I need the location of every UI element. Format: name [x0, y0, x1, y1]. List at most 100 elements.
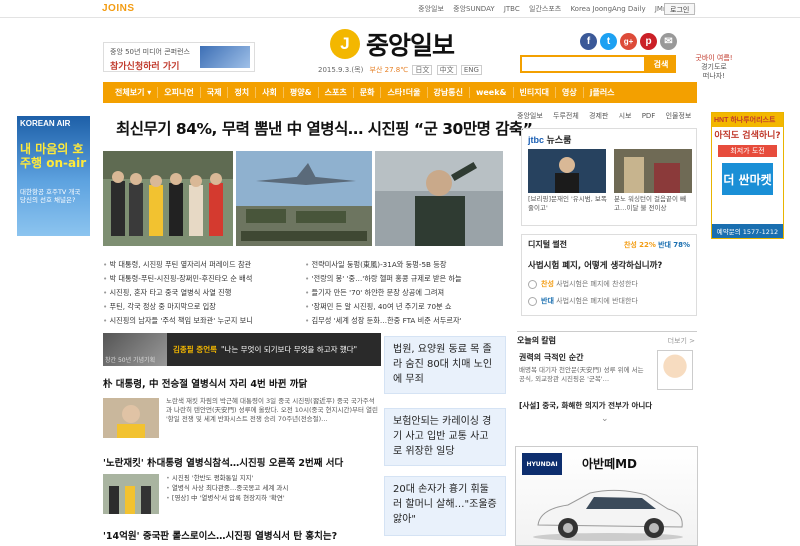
- column-more-link[interactable]: 더보기 >: [668, 336, 695, 346]
- list-item[interactable]: 김무성 '세계 성장 둔화…한중 FTA 비준 서두르자': [305, 314, 501, 328]
- story-title[interactable]: '14억원' 중국판 롤스로이스…시진핑 열병식서 탄 홍치는?: [103, 528, 337, 542]
- jtbc-newsroom-box: jtbc 뉴스룸 [브리핑]문재인 '유시범, 보폭줄이고' 분노 워싱턴이 걸…: [521, 128, 697, 226]
- memoir-thumb: 창간 50년 기념기획: [103, 333, 167, 366]
- tab-pdf[interactable]: PDF: [642, 112, 656, 120]
- list-item[interactable]: 열병식 사상 최다관중…중국몽고 세계 과시: [166, 483, 378, 493]
- jtbc-video-thumb[interactable]: [528, 149, 606, 193]
- facebook-icon[interactable]: f: [580, 33, 597, 50]
- news-tile[interactable]: 보험안되는 카레이싱 경기 사고 입반 교통 사고로 위장한 일당: [384, 408, 506, 466]
- hanatour-ad-chip: 최저가 도전: [718, 145, 777, 157]
- korean-air-logo: KOREAN AIR: [20, 119, 71, 128]
- hyundai-ad[interactable]: HYUNDAI 아반떼MD: [515, 446, 698, 546]
- photo-weapons[interactable]: [236, 151, 372, 246]
- story-title[interactable]: '노란재킷' 朴대통령 열병식참석…시진핑 오른쪽 2번째 서다: [103, 455, 343, 469]
- nav-world[interactable]: 국제: [201, 87, 229, 98]
- googleplus-icon[interactable]: g+: [620, 33, 637, 50]
- tab-joongang[interactable]: 중앙일보: [517, 112, 543, 120]
- poll-yes-tag: 찬성: [541, 280, 554, 288]
- korean-air-ad[interactable]: KOREAN AIR 내 마음의 호주행 on-air 대한항공 호주TV 개국…: [17, 116, 90, 236]
- poll-option-no[interactable]: 반대 사법시험은 폐지에 반대한다: [528, 296, 690, 306]
- news-tile[interactable]: 법원, 요양원 동료 목 졸라 숨진 80대 치매 노인에 무죄: [384, 336, 506, 394]
- nav-society[interactable]: 사회: [256, 87, 284, 98]
- nav-video[interactable]: 영상: [556, 87, 584, 98]
- nav-culture[interactable]: 문화: [354, 87, 382, 98]
- login-button[interactable]: 로그인: [664, 3, 696, 15]
- jtbc-logo: jtbc: [528, 135, 545, 145]
- nav-jplus[interactable]: j플러스: [584, 87, 621, 98]
- link-jtbc[interactable]: JTBC: [504, 5, 520, 13]
- nav-all[interactable]: 전체보기 ▾: [103, 87, 159, 98]
- news-tile[interactable]: 20대 손자가 흉기 휘둘러 할머니 살해…"조울증 앓아": [384, 476, 506, 536]
- column-title[interactable]: 권력의 극적인 순간: [519, 352, 583, 363]
- nav-gangnam[interactable]: 강남통신: [428, 87, 470, 98]
- story-thumb[interactable]: [103, 474, 159, 514]
- photo-leaders[interactable]: [103, 151, 233, 246]
- list-item[interactable]: 박 대통령, 시진핑 푸틴 옆자리서 퍼레이드 참관: [103, 258, 299, 272]
- list-item[interactable]: 시진핑 '한반도 평화통일 지지': [166, 473, 378, 483]
- list-item[interactable]: '장쩌민 든 알 시진핑, 40여 년 주기로 70분 쇼: [305, 300, 501, 314]
- poll-no-tag: 반대: [541, 297, 554, 305]
- jtbc-caption[interactable]: [브리핑]문재인 '유시범, 보폭줄이고': [528, 195, 608, 212]
- nav-politics[interactable]: 정치: [228, 87, 257, 98]
- tab-people[interactable]: 인물정보: [666, 112, 692, 120]
- story-thumb[interactable]: [103, 398, 159, 438]
- brand-logo[interactable]: J 중앙일보: [330, 26, 455, 62]
- link-daily[interactable]: Korea JoongAng Daily: [570, 5, 645, 13]
- nav-opinion[interactable]: 오피니언: [158, 87, 201, 98]
- edition-cn[interactable]: 中文: [436, 65, 457, 75]
- editorial-link[interactable]: [사설] 중국, 화해한 의지가 전부가 아니다: [519, 400, 652, 411]
- poll-option-yes[interactable]: 찬성 사법시험은 폐지에 찬성한다: [528, 279, 690, 289]
- headline-bullets-right: 전략미사일 둥펑(東風)-31A와 둥펑-5B 등장 '전랑의 봉' '중…'하…: [305, 258, 501, 328]
- edition-jp[interactable]: 日文: [412, 65, 433, 75]
- jtbc-caption[interactable]: 분노 워싱턴이 걸음끝이 빼고…이달 불 전이상: [614, 195, 694, 212]
- search-input[interactable]: [520, 55, 646, 73]
- nav-vintage[interactable]: 빈티지대: [514, 87, 556, 98]
- memoir-quote: "나는 무엇이 되기보다 무엇을 하고자 했다": [221, 345, 358, 354]
- top-headline[interactable]: 최신무기 84%, 무력 뽐낸 中 열병식… 시진핑 “군 30만명 감축”: [116, 117, 533, 139]
- list-item[interactable]: 푸틴, 각국 정상 중 마지막으로 입장: [103, 300, 299, 314]
- edition-en[interactable]: ENG: [460, 65, 482, 75]
- radio-icon[interactable]: [528, 279, 537, 289]
- date-text: 2015.9.3.(목): [318, 66, 364, 74]
- jtbc-video-thumb[interactable]: [614, 149, 692, 193]
- tab-all[interactable]: 두루전체: [553, 112, 579, 120]
- twitter-icon[interactable]: t: [600, 33, 617, 50]
- tab-economy[interactable]: 경제판: [589, 112, 608, 120]
- photo-xi-salute[interactable]: [375, 151, 503, 246]
- dateline: 2015.9.3.(목) 부산 27.8℃ 日文 中文 ENG: [318, 65, 482, 75]
- joins-logo[interactable]: JOINS: [102, 3, 135, 14]
- memoir-name: 김종필 증언록: [173, 345, 218, 354]
- search-button[interactable]: 검색: [646, 55, 676, 73]
- list-item[interactable]: 들기자 만든 '70' 하얀한 문장 상공에 그려져: [305, 286, 501, 300]
- radio-icon[interactable]: [528, 296, 537, 306]
- nav-week[interactable]: week&: [470, 87, 514, 98]
- list-item[interactable]: [영상] 中 '열병식'서 압록 현장지하 '확연': [166, 493, 378, 503]
- list-item[interactable]: '전랑의 봉' '중…'하랑 헬퍼 홍콩 규제로 받은 하늘: [305, 272, 501, 286]
- hanatour-ad[interactable]: HNT 하나투어리스트 아직도 검색하니? 최저가 도전 더 싼마켓 예약문의 …: [711, 112, 784, 239]
- chevron-down-icon[interactable]: ⌄: [601, 414, 609, 424]
- conference-promo[interactable]: 중앙 50년 미디어 콘퍼런스 참가신청하러 가기: [103, 42, 255, 72]
- list-item[interactable]: 시진핑, 혼자 타고 중국 열병식 사열 진행: [103, 286, 299, 300]
- digital-debate-box: 디지털 썰전 찬성 22% 반대 78% 사법시험 폐지, 어떻게 생각하십니까…: [521, 234, 697, 316]
- car-image: [533, 489, 683, 541]
- edition-tabs: 중앙일보 두루전체 경제판 시보 PDF 인물정보: [517, 111, 699, 121]
- tab-sibo[interactable]: 시보: [619, 112, 632, 120]
- hanatour-tel: 예약문의 1577-1212: [712, 224, 783, 238]
- jp-memoir-banner[interactable]: 창간 50년 기념기획 김종필 증언록 "나는 무엇이 되기보다 무엇을 하고자…: [103, 333, 381, 366]
- gyeonggi-ad[interactable]: 굿바이 여름! 경기도로 떠나자!: [684, 54, 744, 81]
- list-item[interactable]: 시진핑의 남자들 '주석 책임 보좌관' 누군지 보니: [103, 314, 299, 328]
- pinterest-icon[interactable]: p: [640, 33, 657, 50]
- list-item[interactable]: 박 대통령-푸틴-시진핑-장쩌민-후진타오 순 배석: [103, 272, 299, 286]
- list-item[interactable]: 전략미사일 둥펑(東風)-31A와 둥펑-5B 등장: [305, 258, 501, 272]
- link-joongang[interactable]: 중앙일보: [418, 5, 444, 13]
- nav-star[interactable]: 스타!더울: [381, 87, 428, 98]
- story-title[interactable]: 朴 대통령, 中 전승절 열병식서 자리 4번 바뀐 까닭: [103, 376, 307, 390]
- poll-yes-text: 사법시험은 폐지에 찬성한다: [556, 280, 638, 288]
- mail-icon[interactable]: ✉: [660, 33, 677, 50]
- nav-sports[interactable]: 스포츠: [319, 87, 354, 98]
- link-ilgan[interactable]: 일간스포츠: [529, 5, 561, 13]
- columnist-portrait[interactable]: [657, 350, 693, 390]
- headline-bullets-left: 박 대통령, 시진핑 푸틴 옆자리서 퍼레이드 참관 박 대통령-푸틴-시진핑-…: [103, 258, 299, 328]
- link-sunday[interactable]: 중앙SUNDAY: [453, 5, 494, 13]
- nav-pyongyang[interactable]: 평양&: [284, 87, 319, 98]
